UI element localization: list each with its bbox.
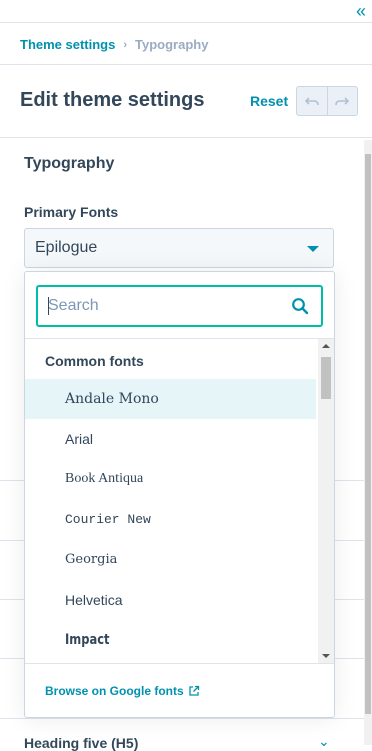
search-field[interactable] xyxy=(36,285,323,327)
collapse-panel-button[interactable]: « xyxy=(352,1,370,21)
font-option-arial[interactable]: Arial xyxy=(25,419,316,459)
font-option-helvetica[interactable]: Helvetica xyxy=(25,580,316,620)
font-option-book-antiqua[interactable]: Book Antiqua xyxy=(25,459,316,499)
external-link-icon xyxy=(189,685,199,696)
font-option-courier-new[interactable]: Courier New xyxy=(25,500,316,540)
heading-five-label[interactable]: Heading five (H5) xyxy=(24,735,138,751)
primary-font-select[interactable]: Epilogue xyxy=(24,228,334,268)
group-header: Common fonts xyxy=(45,353,144,369)
page-title: Edit theme settings xyxy=(20,89,205,111)
font-dropdown: Common fonts Andale Mono Arial Book Anti… xyxy=(24,271,335,718)
font-option-andale-mono[interactable]: Andale Mono xyxy=(25,379,316,419)
redo-icon xyxy=(335,97,350,106)
chevron-down-icon[interactable]: ⌄ xyxy=(318,733,330,750)
search-input[interactable] xyxy=(48,295,268,317)
primary-font-value: Epilogue xyxy=(35,239,98,256)
redo-button[interactable] xyxy=(326,87,358,115)
primary-fonts-label: Primary Fonts xyxy=(24,204,119,220)
browse-google-fonts-label: Browse on Google fonts xyxy=(45,684,184,698)
search-icon[interactable] xyxy=(291,297,309,315)
font-list-scrollbar-thumb[interactable] xyxy=(321,357,331,399)
divider xyxy=(0,22,372,23)
divider xyxy=(0,137,372,138)
undo-redo-group xyxy=(296,86,358,116)
breadcrumb-current: Typography xyxy=(135,37,209,52)
text-cursor xyxy=(48,297,49,315)
scroll-down-arrow-icon[interactable] xyxy=(322,654,330,658)
undo-button[interactable] xyxy=(297,87,327,115)
breadcrumb-theme-settings[interactable]: Theme settings xyxy=(20,37,115,52)
browse-google-fonts-link[interactable]: Browse on Google fonts xyxy=(45,684,200,698)
reset-button[interactable]: Reset xyxy=(250,93,288,109)
font-list: Common fonts Andale Mono Arial Book Anti… xyxy=(25,338,334,664)
breadcrumb-separator-icon: › xyxy=(123,38,128,51)
font-option-impact[interactable]: Impact xyxy=(32,620,271,660)
divider xyxy=(0,64,372,65)
double-chevron-left-icon: « xyxy=(355,1,366,21)
divider xyxy=(0,718,364,719)
undo-icon xyxy=(304,97,319,106)
scroll-up-arrow-icon[interactable] xyxy=(322,344,330,348)
font-option-georgia[interactable]: Georgia xyxy=(25,540,316,580)
panel-scrollbar[interactable] xyxy=(364,140,372,745)
breadcrumb: Theme settings › Typography xyxy=(20,37,208,52)
section-title: Typography xyxy=(24,155,115,172)
caret-down-icon xyxy=(307,246,319,252)
font-list-scrollbar[interactable] xyxy=(318,339,334,663)
panel-scrollbar-thumb[interactable] xyxy=(365,154,371,714)
